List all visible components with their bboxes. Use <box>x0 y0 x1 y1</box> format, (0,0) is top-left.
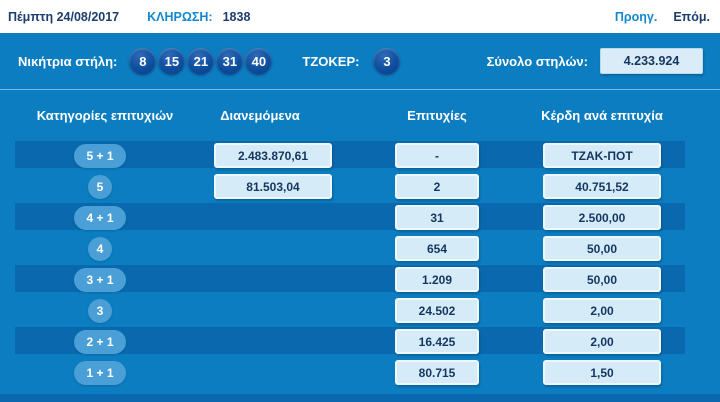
category-cell: 2 + 1 <box>0 326 200 357</box>
winners-box: 654 <box>395 236 479 261</box>
results-rows: 5 + 1 2.483.870,61 - ΤΖΑΚ-ΠΟΤ 5 81.503,0… <box>0 140 720 388</box>
winners-box: 1.209 <box>395 267 479 292</box>
table-header-row: Κατηγορίες επιτυχιών Διανεμόμενα Επιτυχί… <box>0 90 720 140</box>
category-badge: 3 + 1 <box>74 267 126 292</box>
winners-box: 16.425 <box>395 329 479 354</box>
table-row: 2 + 1 16.425 2,00 <box>0 326 720 357</box>
table-row: 3 + 1 1.209 50,00 <box>0 264 720 295</box>
column-header-categories: Κατηγορίες επιτυχιών <box>36 107 174 123</box>
winners-box: 31 <box>395 205 479 230</box>
winning-balls: 8 15 21 31 40 <box>129 47 274 75</box>
category-badge: 3 <box>88 298 112 323</box>
category-cell: 1 + 1 <box>0 357 200 388</box>
prize-box: 2,00 <box>543 298 661 323</box>
category-cell: 5 <box>0 171 200 202</box>
category-badge: 4 <box>88 236 112 261</box>
table-row: 5 81.503,04 2 40.751,52 <box>0 171 720 202</box>
total-columns-value: 4.233.924 <box>600 48 703 74</box>
category-cell: 4 <box>0 233 200 264</box>
joker-ball: 3 <box>373 47 401 75</box>
results-panel: Νικήτρια στήλη: 8 15 21 31 40 ΤΖΟΚΕΡ: 3 Σύνο… <box>0 33 720 402</box>
table-row: 3 24.502 2,00 <box>0 295 720 326</box>
table-row: 4 + 1 31 2.500,00 <box>0 202 720 233</box>
column-header-winners: Επιτυχίες <box>407 107 467 123</box>
next-draw-link[interactable]: Επόμ. <box>673 10 710 24</box>
distributed-box: 81.503,04 <box>214 174 332 199</box>
draw-label: ΚΛΗΡΩΣΗ: <box>147 9 213 24</box>
category-cell: 4 + 1 <box>0 202 200 233</box>
prize-box: 2,00 <box>543 329 661 354</box>
prize-box: 40.751,52 <box>543 174 661 199</box>
table-row: 5 + 1 2.483.870,61 - ΤΖΑΚ-ΠΟΤ <box>0 140 720 171</box>
table-row: 1 + 1 80.715 1,50 <box>0 357 720 388</box>
total-columns-label: Σύνολο στηλών: <box>486 53 588 69</box>
winning-ball: 8 <box>129 47 157 75</box>
prize-box: 50,00 <box>543 267 661 292</box>
category-badge: 5 + 1 <box>74 143 126 168</box>
distributed-box: 2.483.870,61 <box>214 143 332 168</box>
winners-box: 24.502 <box>395 298 479 323</box>
category-cell: 5 + 1 <box>0 140 200 171</box>
column-header-distributed: Διανεμόμενα <box>220 107 300 123</box>
table-row: 4 654 50,00 <box>0 233 720 264</box>
panel-bottom-strip <box>0 394 720 402</box>
draw-number: 1838 <box>222 9 251 24</box>
prize-box: ΤΖΑΚ-ΠΟΤ <box>543 143 661 168</box>
winning-ball: 40 <box>245 47 273 75</box>
previous-draw-link[interactable]: Προηγ. <box>615 10 657 24</box>
winners-box: 80.715 <box>395 360 479 385</box>
draw-header-bar: Πέμπτη 24/08/2017 ΚΛΗΡΩΣΗ: 1838 Προηγ. Ε… <box>0 0 720 33</box>
winners-box: 2 <box>395 174 479 199</box>
category-badge: 1 + 1 <box>74 360 126 385</box>
category-badge: 2 + 1 <box>74 329 126 354</box>
total-columns: Σύνολο στηλών: 4.233.924 <box>487 48 720 74</box>
category-cell: 3 + 1 <box>0 264 200 295</box>
winners-box: - <box>395 143 479 168</box>
draw-date: Πέμπτη 24/08/2017 <box>8 9 120 24</box>
prize-box: 50,00 <box>543 236 661 261</box>
winning-ball: 31 <box>216 47 244 75</box>
prize-box: 1,50 <box>543 360 661 385</box>
category-badge: 5 <box>88 174 112 199</box>
category-cell: 3 <box>0 295 200 326</box>
winning-numbers-banner: Νικήτρια στήλη: 8 15 21 31 40 ΤΖΟΚΕΡ: 3 Σύνο… <box>0 33 720 90</box>
joker-label: ΤΖΟΚΕΡ: <box>302 53 360 69</box>
winning-ball: 15 <box>158 47 186 75</box>
winning-column-label: Νικήτρια στήλη: <box>18 53 118 69</box>
prize-box: 2.500,00 <box>543 205 661 230</box>
winning-ball: 21 <box>187 47 215 75</box>
category-badge: 4 + 1 <box>74 205 126 230</box>
column-header-prize: Κέρδη ανά επιτυχία <box>541 107 663 123</box>
